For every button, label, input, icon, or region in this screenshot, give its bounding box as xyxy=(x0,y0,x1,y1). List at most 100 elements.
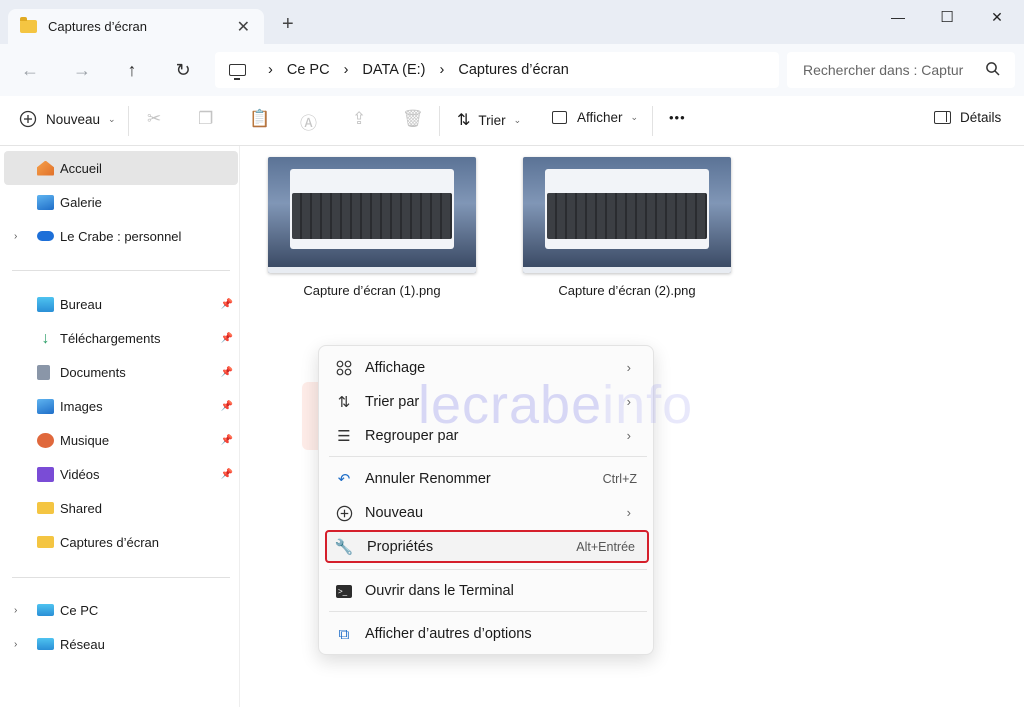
file-thumbnail[interactable] xyxy=(268,157,476,273)
tab-close-button[interactable]: ✕ xyxy=(237,17,250,37)
desktop-icon xyxy=(37,296,54,312)
sidebar-item-label: Shared xyxy=(60,500,102,516)
home-icon xyxy=(37,160,54,176)
chevron-right-icon: › xyxy=(626,505,631,520)
menu-item-label: Affichage xyxy=(365,359,426,376)
paste-icon[interactable]: 📋 xyxy=(249,109,270,129)
sidebar-item-label: Téléchargements xyxy=(60,330,161,346)
sidebar-item-videos[interactable]: Vidéos 📌 xyxy=(4,457,238,491)
tab-captures[interactable]: Captures d’écran ✕ xyxy=(8,9,264,44)
menu-item-annuler-renommer[interactable]: ↶ Annuler Renommer Ctrl+Z xyxy=(325,462,649,495)
menu-item-terminal[interactable]: >_ Ouvrir dans le Terminal xyxy=(325,574,649,607)
rename-icon[interactable]: Ⓐ xyxy=(300,109,317,134)
sidebar-item-label: Réseau xyxy=(60,636,105,652)
cut-icon[interactable]: ✂ xyxy=(147,109,161,129)
menu-item-nouveau[interactable]: Nouveau › xyxy=(325,496,649,529)
new-icon xyxy=(335,504,353,522)
copy-icon[interactable]: ❐ xyxy=(198,109,213,129)
pin-icon[interactable]: 📌 xyxy=(221,367,233,378)
view-label: Afficher xyxy=(577,110,623,125)
maximize-button[interactable]: ☐ xyxy=(931,6,963,28)
terminal-icon: >_ xyxy=(335,582,353,600)
grid-icon xyxy=(335,359,353,377)
more-button[interactable]: ••• xyxy=(669,110,686,125)
menu-item-more-options[interactable]: ⧉ Afficher d’autres d’options xyxy=(325,617,649,650)
search-placeholder: Rechercher dans : Captur xyxy=(803,62,964,78)
sidebar-item-galerie[interactable]: Galerie xyxy=(4,185,238,219)
sidebar-item-bureau[interactable]: Bureau 📌 xyxy=(4,287,238,321)
back-icon[interactable]: ← xyxy=(18,58,42,82)
thumbnail-keyboard xyxy=(292,193,452,239)
search-input[interactable]: Rechercher dans : Captur xyxy=(787,52,1015,88)
pin-icon[interactable]: 📌 xyxy=(221,435,233,446)
sidebar-item-captures[interactable]: Captures d’écran xyxy=(4,525,238,559)
command-bar: Nouveau ⌄ ✂ ❐ 📋 Ⓐ ⇪ 🗑 ⇅ Trier ⌄ Afficher… xyxy=(0,96,1024,146)
menu-item-shortcut: Alt+Entrée xyxy=(576,539,635,554)
chevron-down-icon: ⌄ xyxy=(513,114,522,125)
chevron-right-icon[interactable]: › xyxy=(344,62,349,78)
new-label: Nouveau xyxy=(46,111,101,127)
share-icon[interactable]: ⇪ xyxy=(352,109,366,129)
undo-icon: ↶ xyxy=(337,471,351,488)
menu-item-label: Ouvrir dans le Terminal xyxy=(365,582,514,599)
sidebar-item-images[interactable]: Images 📌 xyxy=(4,389,238,423)
chevron-right-icon[interactable]: › xyxy=(268,62,273,78)
sidebar-item-onedrive[interactable]: Le Crabe : personnel xyxy=(4,219,238,253)
download-icon: ↓ xyxy=(41,329,50,347)
menu-divider xyxy=(329,456,647,457)
menu-item-label: Propriétés xyxy=(367,538,434,555)
new-tab-button[interactable]: + xyxy=(282,14,294,34)
sort-icon: ⇅ xyxy=(457,112,471,129)
sidebar-item-shared[interactable]: Shared xyxy=(4,491,238,525)
forward-icon[interactable]: → xyxy=(70,58,94,82)
tab-title: Captures d’écran xyxy=(48,19,147,34)
close-button[interactable]: ✕ xyxy=(981,6,1013,28)
watermark-text: lecrabeinfo xyxy=(418,375,694,435)
up-icon[interactable]: ↑ xyxy=(120,58,144,82)
thumbnail-taskbar xyxy=(268,267,476,273)
details-button[interactable]: Détails xyxy=(934,110,1001,125)
menu-item-proprietes[interactable]: 🔧 Propriétés Alt+Entrée xyxy=(325,530,649,563)
menu-item-shortcut: Ctrl+Z xyxy=(602,471,637,486)
menu-item-label: Trier par xyxy=(365,393,420,410)
sidebar-item-ce-pc[interactable]: Ce PC xyxy=(4,593,238,627)
sidebar-item-musique[interactable]: Musique 📌 xyxy=(4,423,238,457)
pin-icon[interactable]: 📌 xyxy=(221,469,233,480)
chevron-down-icon: ⌄ xyxy=(108,113,116,124)
menu-item-label: Afficher d’autres d’options xyxy=(365,625,532,642)
pin-icon[interactable]: 📌 xyxy=(221,333,233,344)
sidebar-item-reseau[interactable]: Réseau xyxy=(4,627,238,661)
folder-icon xyxy=(20,17,37,33)
details-pane-icon xyxy=(934,111,951,124)
pin-icon[interactable]: 📌 xyxy=(221,299,233,310)
group-icon: ☰ xyxy=(337,428,351,445)
sidebar-item-label: Musique xyxy=(60,432,110,448)
minimize-button[interactable]: — xyxy=(882,6,914,28)
breadcrumb-captures[interactable]: Captures d’écran xyxy=(458,62,568,78)
sidebar-item-label: Ce PC xyxy=(60,602,99,618)
view-button[interactable]: Afficher ⌄ xyxy=(552,110,638,125)
refresh-icon[interactable]: ↻ xyxy=(171,58,195,82)
breadcrumb-data-e[interactable]: DATA (E:) xyxy=(362,62,425,78)
pin-icon[interactable]: 📌 xyxy=(221,401,233,412)
sidebar-item-label: Vidéos xyxy=(60,466,100,482)
wrench-icon: 🔧 xyxy=(334,539,354,556)
breadcrumb-ce-pc[interactable]: Ce PC xyxy=(287,62,330,78)
onedrive-icon xyxy=(37,231,54,241)
file-name[interactable]: Capture d’écran (1).png xyxy=(268,283,476,298)
menu-item-label: Annuler Renommer xyxy=(365,470,491,487)
chevron-right-icon: › xyxy=(626,360,631,375)
sort-button[interactable]: ⇅ Trier ⌄ xyxy=(457,110,521,130)
chevron-right-icon[interactable]: › xyxy=(440,62,445,78)
sidebar-item-accueil[interactable]: Accueil xyxy=(4,151,238,185)
sidebar-item-telechargements[interactable]: ↓ Téléchargements 📌 xyxy=(4,321,238,355)
sidebar-item-label: Le Crabe : personnel xyxy=(60,228,182,244)
new-button[interactable]: Nouveau ⌄ xyxy=(19,110,116,128)
sidebar-item-documents[interactable]: Documents 📌 xyxy=(4,355,238,389)
gallery-icon xyxy=(37,194,54,210)
address-bar[interactable]: › Ce PC › DATA (E:) › Captures d’écran xyxy=(215,52,779,88)
delete-icon[interactable]: 🗑 xyxy=(402,109,424,129)
file-name[interactable]: Capture d’écran (2).png xyxy=(523,283,731,298)
file-thumbnail[interactable] xyxy=(523,157,731,273)
navigation-pane: Accueil Galerie › Le Crabe : personnel B… xyxy=(0,146,240,707)
